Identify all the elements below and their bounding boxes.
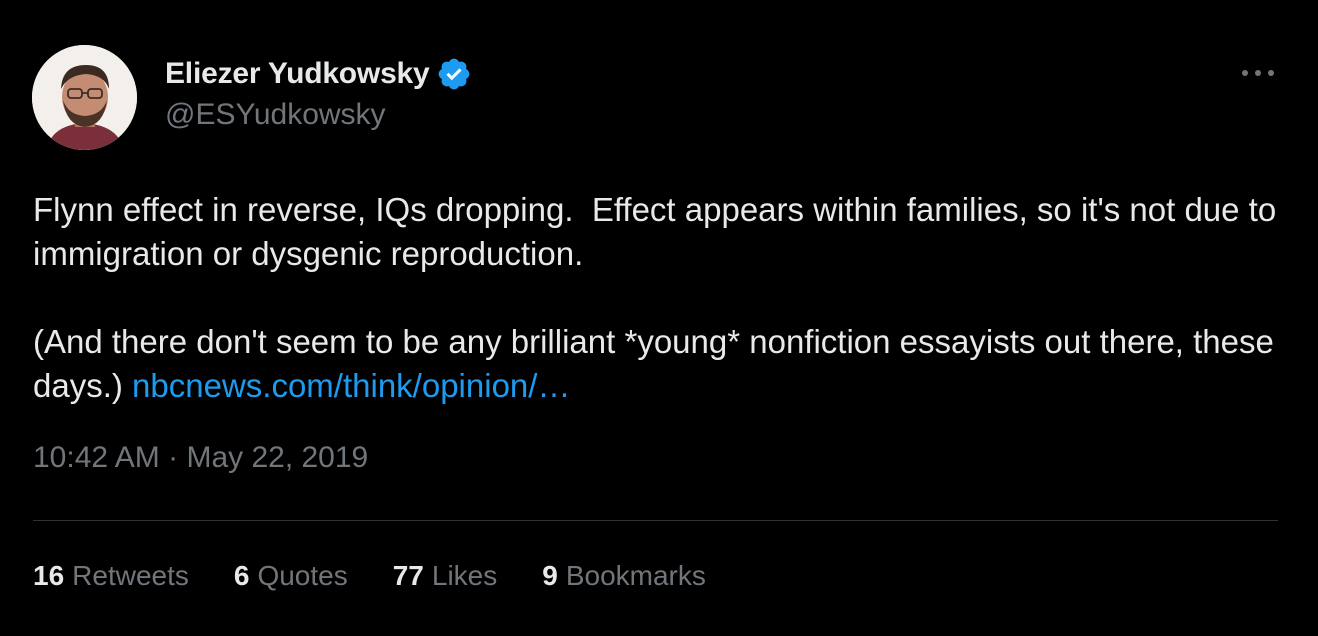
tweet-timestamp[interactable]: 10:42 AM · May 22, 2019	[33, 441, 368, 475]
bookmarks-count: 9	[542, 560, 558, 591]
likes-label: Likes	[431, 560, 498, 591]
name-row: Eliezer Yudkowsky	[165, 52, 472, 96]
engagement-stats: 16 Retweets 6 Quotes 77 Likes 9 Bookmark…	[33, 560, 751, 592]
divider	[33, 520, 1278, 521]
tweet-paragraph-2: (And there don't seem to be any brillian…	[33, 320, 1293, 408]
tweet-paragraph-1: Flynn effect in reverse, IQs dropping. E…	[33, 191, 1286, 272]
avatar[interactable]	[32, 45, 137, 150]
retweets-stat[interactable]: 16 Retweets	[33, 560, 189, 592]
tweet-text: Flynn effect in reverse, IQs dropping. E…	[33, 188, 1293, 408]
tweet-card: Eliezer Yudkowsky @ESYudkowsky Flynn eff…	[0, 0, 1318, 636]
retweets-count: 16	[33, 560, 65, 591]
tweet-time: 10:42 AM	[33, 441, 160, 474]
bookmarks-stat[interactable]: 9 Bookmarks	[542, 560, 706, 592]
quotes-stat[interactable]: 6 Quotes	[234, 560, 348, 592]
likes-stat[interactable]: 77 Likes	[393, 560, 498, 592]
handle[interactable]: @ESYudkowsky	[165, 98, 472, 132]
avatar-image	[32, 45, 137, 150]
bookmarks-label: Bookmarks	[565, 560, 706, 591]
quotes-label: Quotes	[257, 560, 348, 591]
more-options-icon[interactable]	[1238, 60, 1278, 86]
timestamp-separator: ·	[168, 441, 179, 474]
article-link[interactable]: nbcnews.com/think/opinion/…	[132, 367, 570, 404]
tweet-date: May 22, 2019	[186, 441, 369, 474]
verified-badge-icon[interactable]	[436, 56, 472, 92]
tweet-header: Eliezer Yudkowsky @ESYudkowsky	[165, 52, 472, 132]
display-name[interactable]: Eliezer Yudkowsky	[165, 57, 430, 91]
likes-count: 77	[392, 560, 424, 591]
retweets-label: Retweets	[72, 560, 189, 591]
quotes-count: 6	[233, 560, 250, 591]
